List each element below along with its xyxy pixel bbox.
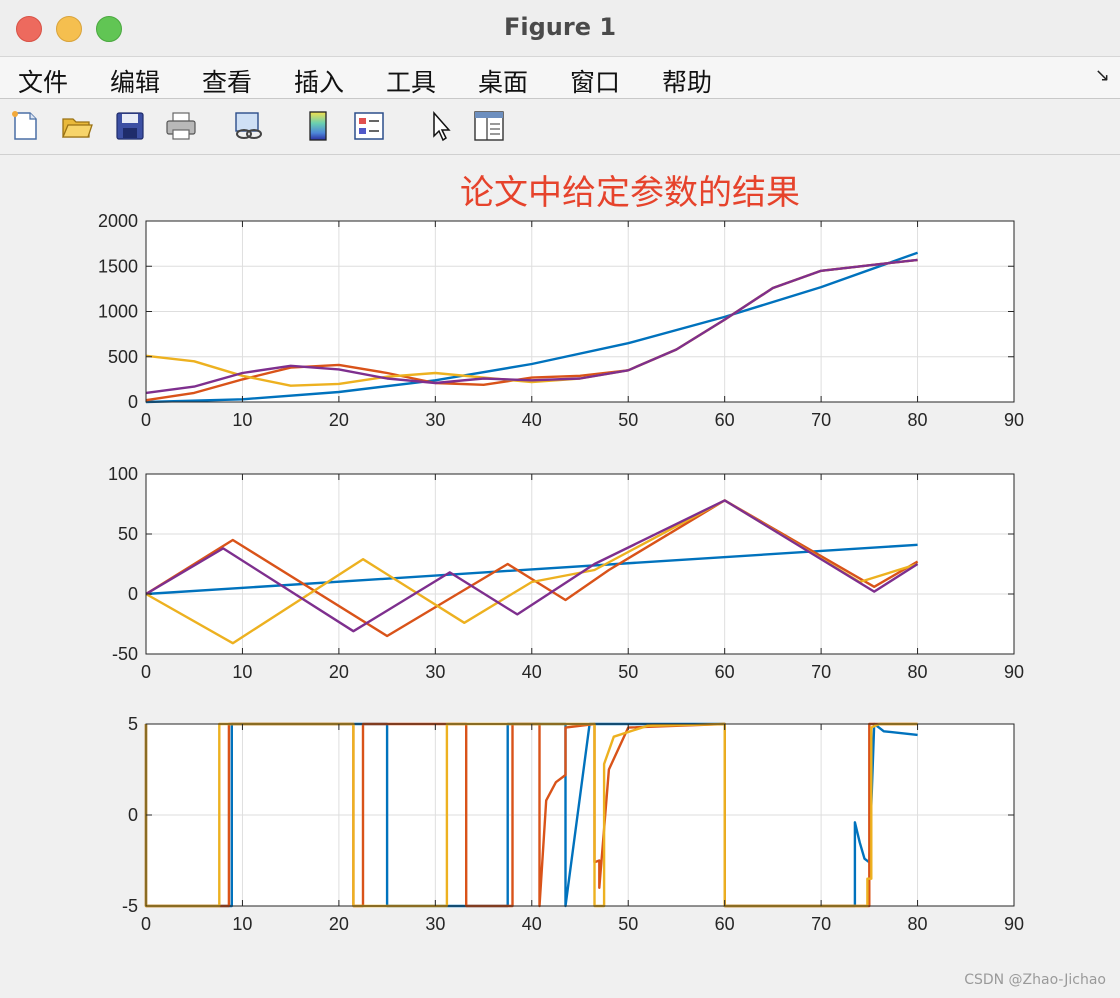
- x-tick-label: 30: [425, 410, 445, 430]
- menu-view[interactable]: 查看: [202, 63, 252, 99]
- y-tick-label: 5: [128, 714, 138, 734]
- property-inspector-icon[interactable]: [472, 109, 506, 143]
- open-folder-icon[interactable]: [60, 109, 94, 143]
- x-tick-label: 0: [141, 914, 151, 934]
- print-icon[interactable]: [164, 109, 198, 143]
- arrow-icon[interactable]: ↘: [1095, 65, 1110, 86]
- figure-canvas: 0 10 20 30 40 50 60 70 80 9005001000150020000 10 20…: [98, 211, 1024, 934]
- y-tick-label: 0: [128, 392, 138, 412]
- y-tick-label: 0: [128, 805, 138, 825]
- new-figure-icon[interactable]: [8, 109, 42, 143]
- x-tick-label: 70: [811, 410, 831, 430]
- y-tick-label: 1000: [98, 302, 138, 322]
- pointer-icon[interactable]: [424, 109, 458, 143]
- x-tick-label: 20: [329, 914, 349, 934]
- x-tick-label: 80: [908, 410, 928, 430]
- legend-icon[interactable]: [352, 109, 386, 143]
- x-tick-label: 40: [522, 662, 542, 682]
- x-tick-label: 30: [425, 662, 445, 682]
- y-tick-label: 100: [108, 464, 138, 484]
- y-tick-label: 500: [108, 347, 138, 367]
- window-titlebar: Figure 1: [0, 0, 1120, 57]
- x-tick-label: 30: [425, 914, 445, 934]
- save-icon[interactable]: [113, 109, 147, 143]
- x-tick-label: 50: [618, 410, 638, 430]
- x-tick-label: 90: [1004, 410, 1024, 430]
- menu-help[interactable]: 帮助: [662, 63, 712, 99]
- x-tick-label: 20: [329, 410, 349, 430]
- y-tick-label: -5: [122, 896, 138, 916]
- x-tick-label: 60: [715, 410, 735, 430]
- x-tick-label: 40: [522, 410, 542, 430]
- x-tick-label: 90: [1004, 662, 1024, 682]
- x-tick-label: 10: [232, 914, 252, 934]
- watermark: CSDN @Zhao-Jichao: [964, 972, 1106, 988]
- menubar: 文件 编辑 查看 插入 工具 桌面 窗口 帮助 ↘: [0, 57, 1120, 99]
- colorbar-icon[interactable]: [302, 109, 336, 143]
- x-tick-label: 40: [522, 914, 542, 934]
- x-tick-label: 80: [908, 662, 928, 682]
- x-tick-label: 20: [329, 662, 349, 682]
- x-tick-label: 90: [1004, 914, 1024, 934]
- y-tick-label: 50: [118, 524, 138, 544]
- menu-desktop[interactable]: 桌面: [478, 63, 528, 99]
- x-tick-label: 50: [618, 662, 638, 682]
- x-tick-label: 0: [141, 662, 151, 682]
- toolbar: [0, 99, 1120, 155]
- plot-area-2: [146, 474, 1014, 654]
- y-tick-label: 2000: [98, 211, 138, 231]
- x-tick-label: 10: [232, 410, 252, 430]
- menu-file[interactable]: 文件: [18, 63, 68, 99]
- y-tick-label: 1500: [98, 256, 138, 276]
- window-title: Figure 1: [503, 13, 617, 41]
- menu-edit[interactable]: 编辑: [110, 63, 160, 99]
- x-tick-label: 60: [715, 914, 735, 934]
- x-tick-label: 80: [908, 914, 928, 934]
- x-tick-label: 0: [141, 410, 151, 430]
- menu-tools[interactable]: 工具: [386, 63, 436, 99]
- link-icon[interactable]: [232, 109, 266, 143]
- menu-window[interactable]: 窗口: [570, 63, 620, 99]
- x-tick-label: 60: [715, 662, 735, 682]
- y-tick-label: -50: [112, 644, 138, 664]
- y-tick-label: 0: [128, 584, 138, 604]
- x-tick-label: 50: [618, 914, 638, 934]
- x-tick-label: 70: [811, 662, 831, 682]
- x-tick-label: 10: [232, 662, 252, 682]
- x-tick-label: 70: [811, 914, 831, 934]
- menu-insert[interactable]: 插入: [294, 63, 344, 99]
